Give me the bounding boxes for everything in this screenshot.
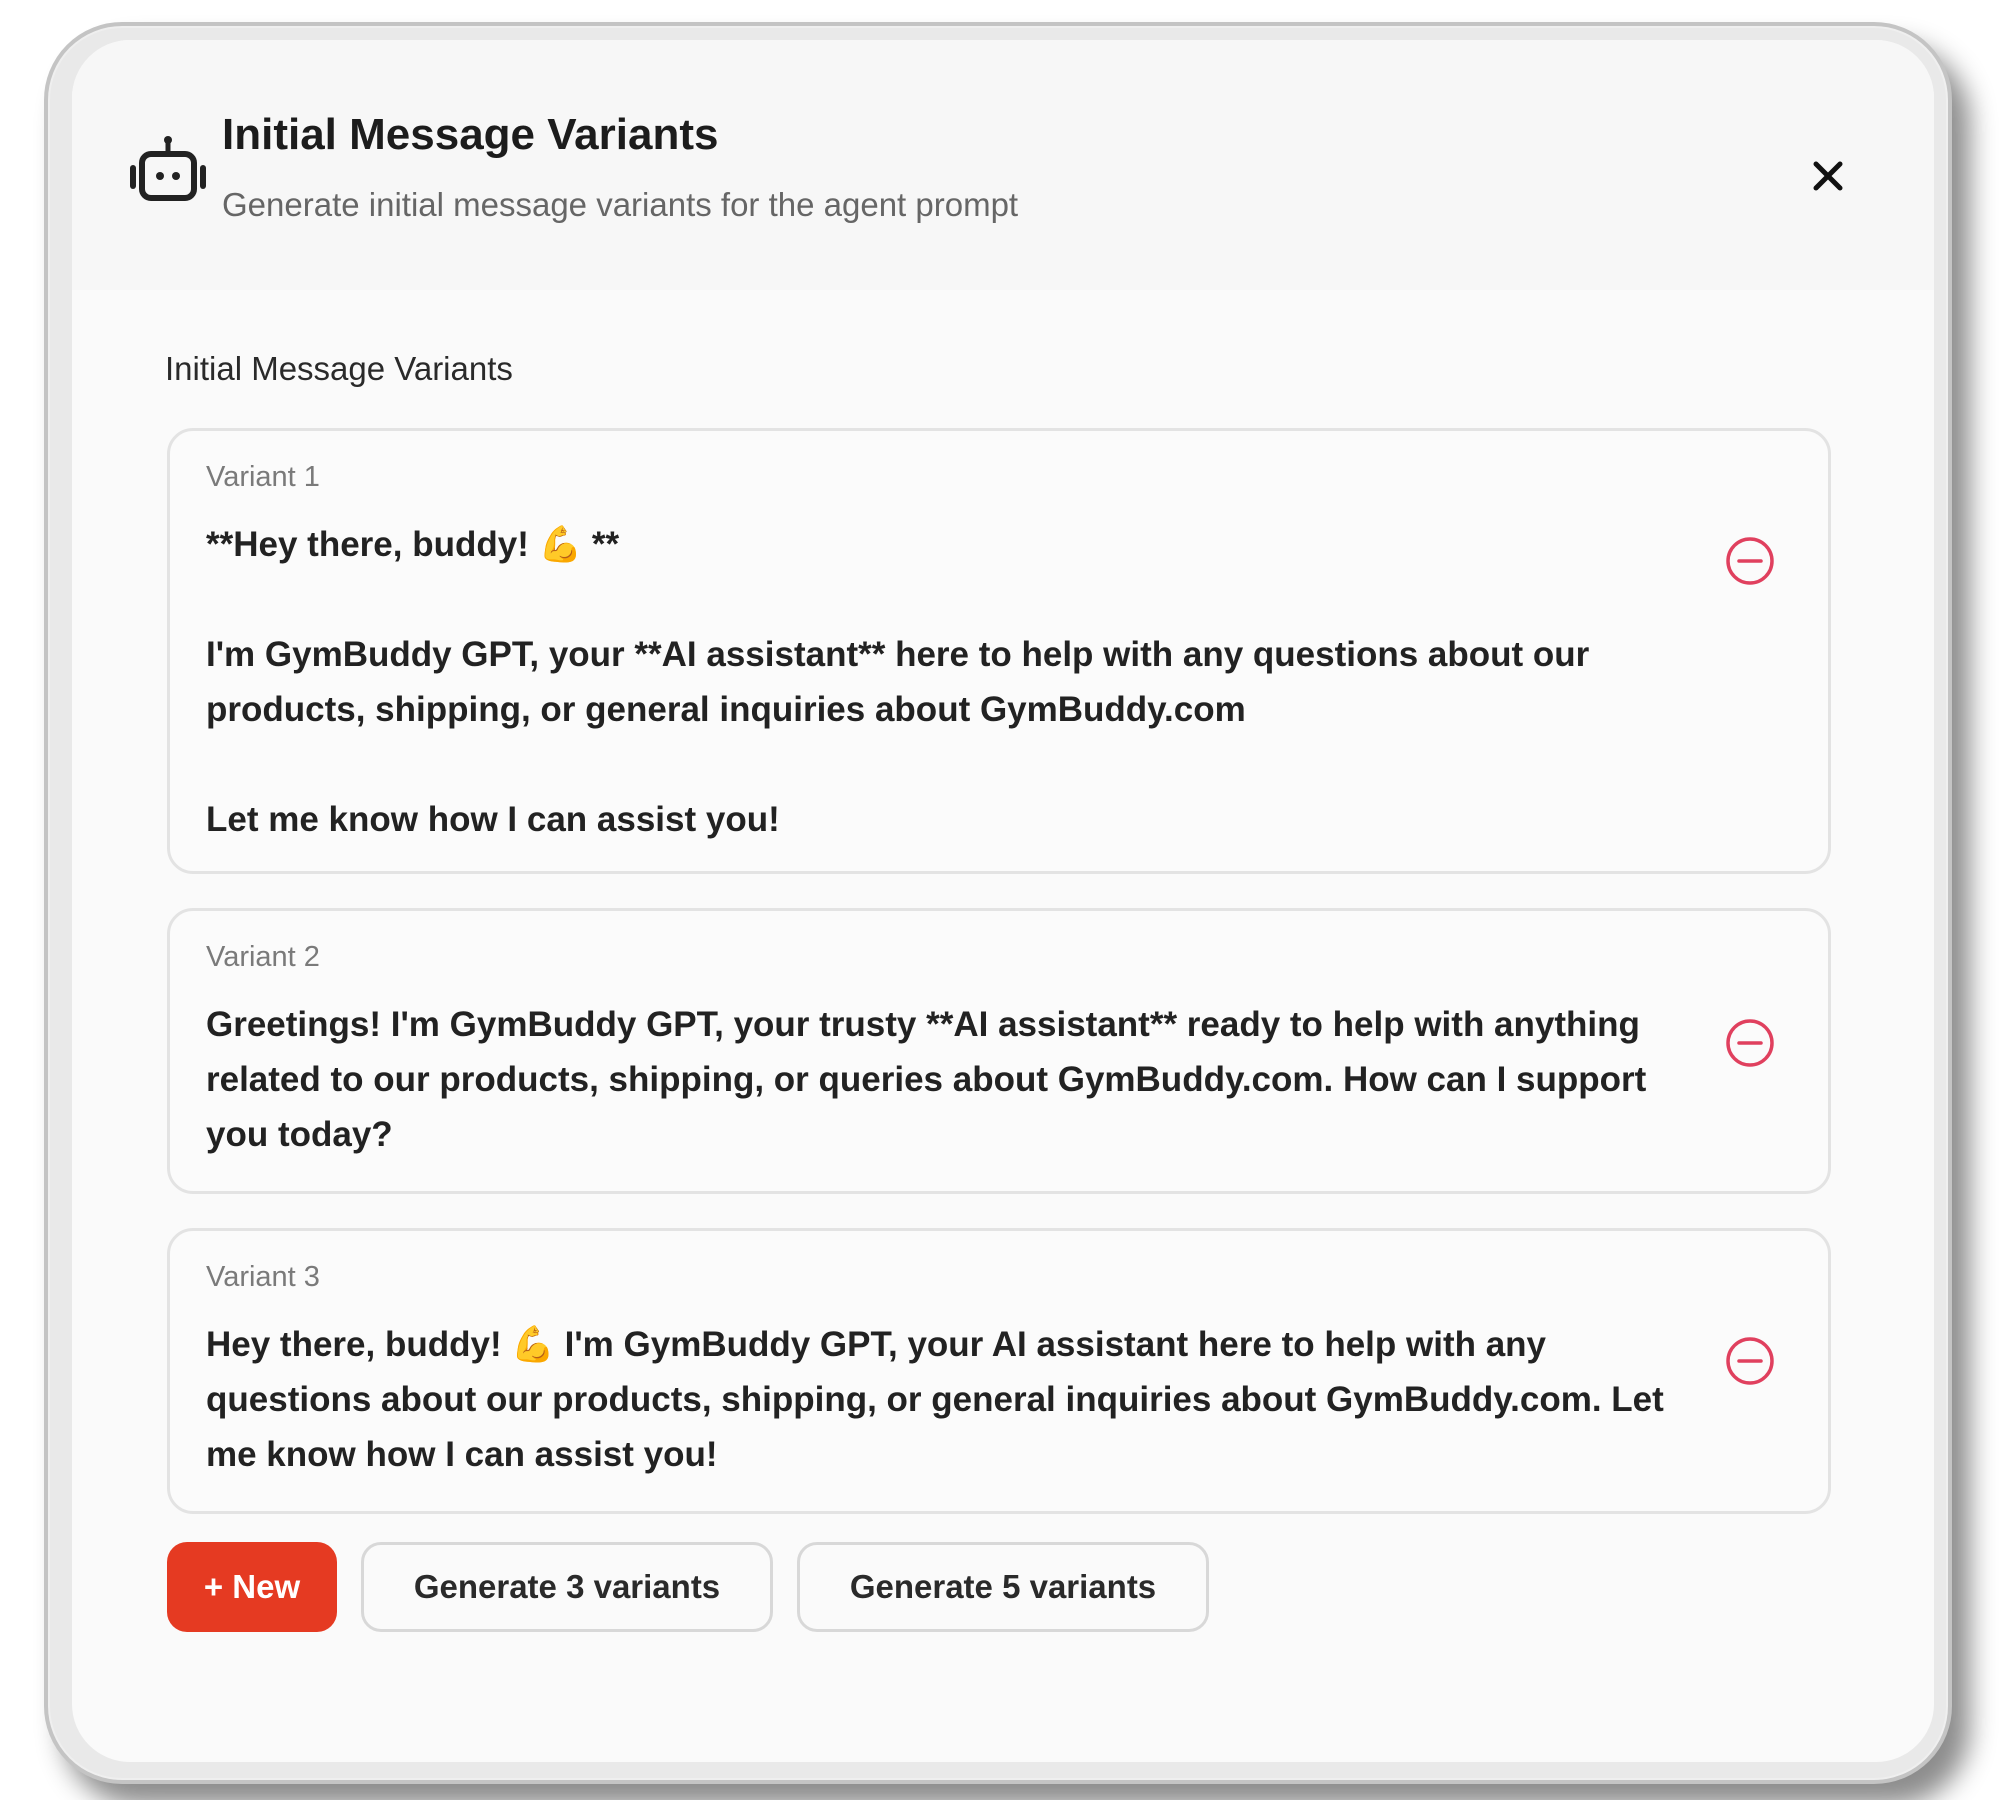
remove-variant-button[interactable]: [1722, 533, 1778, 589]
dialog-title: Initial Message Variants: [222, 110, 719, 159]
variant-card-1: Variant 1 **Hey there, buddy! 💪 ** I'm G…: [167, 428, 1831, 874]
new-variant-button[interactable]: + New: [167, 1542, 337, 1632]
variant-card-2: Variant 2 Greetings! I'm GymBuddy GPT, y…: [167, 908, 1831, 1194]
variant-label: Variant 3: [206, 1261, 320, 1293]
dialog-header: Initial Message Variants Generate initia…: [72, 40, 1934, 290]
variant-message-input[interactable]: Hey there, buddy! 💪 I'm GymBuddy GPT, yo…: [206, 1317, 1686, 1482]
generate-3-variants-button[interactable]: Generate 3 variants: [361, 1542, 773, 1632]
minus-circle-icon: [1726, 1019, 1774, 1067]
minus-circle-icon: [1726, 1337, 1774, 1385]
remove-variant-button[interactable]: [1722, 1333, 1778, 1389]
generate-5-variants-button[interactable]: Generate 5 variants: [797, 1542, 1209, 1632]
close-icon: [1813, 161, 1843, 191]
section-label: Initial Message Variants: [165, 350, 513, 387]
variant-message-input[interactable]: **Hey there, buddy! 💪 ** I'm GymBuddy GP…: [206, 517, 1686, 847]
variant-label: Variant 1: [206, 461, 320, 493]
remove-variant-button[interactable]: [1722, 1015, 1778, 1071]
variant-label: Variant 2: [206, 941, 320, 973]
robot-icon: [130, 136, 206, 201]
variant-message-input[interactable]: Greetings! I'm GymBuddy GPT, your trusty…: [206, 997, 1686, 1162]
variant-card-3: Variant 3 Hey there, buddy! 💪 I'm GymBud…: [167, 1228, 1831, 1514]
minus-circle-icon: [1726, 537, 1774, 585]
close-button[interactable]: [1798, 146, 1858, 206]
dialog-subtitle: Generate initial message variants for th…: [222, 186, 1019, 223]
variants-dialog: Initial Message Variants Generate initia…: [72, 40, 1934, 1762]
